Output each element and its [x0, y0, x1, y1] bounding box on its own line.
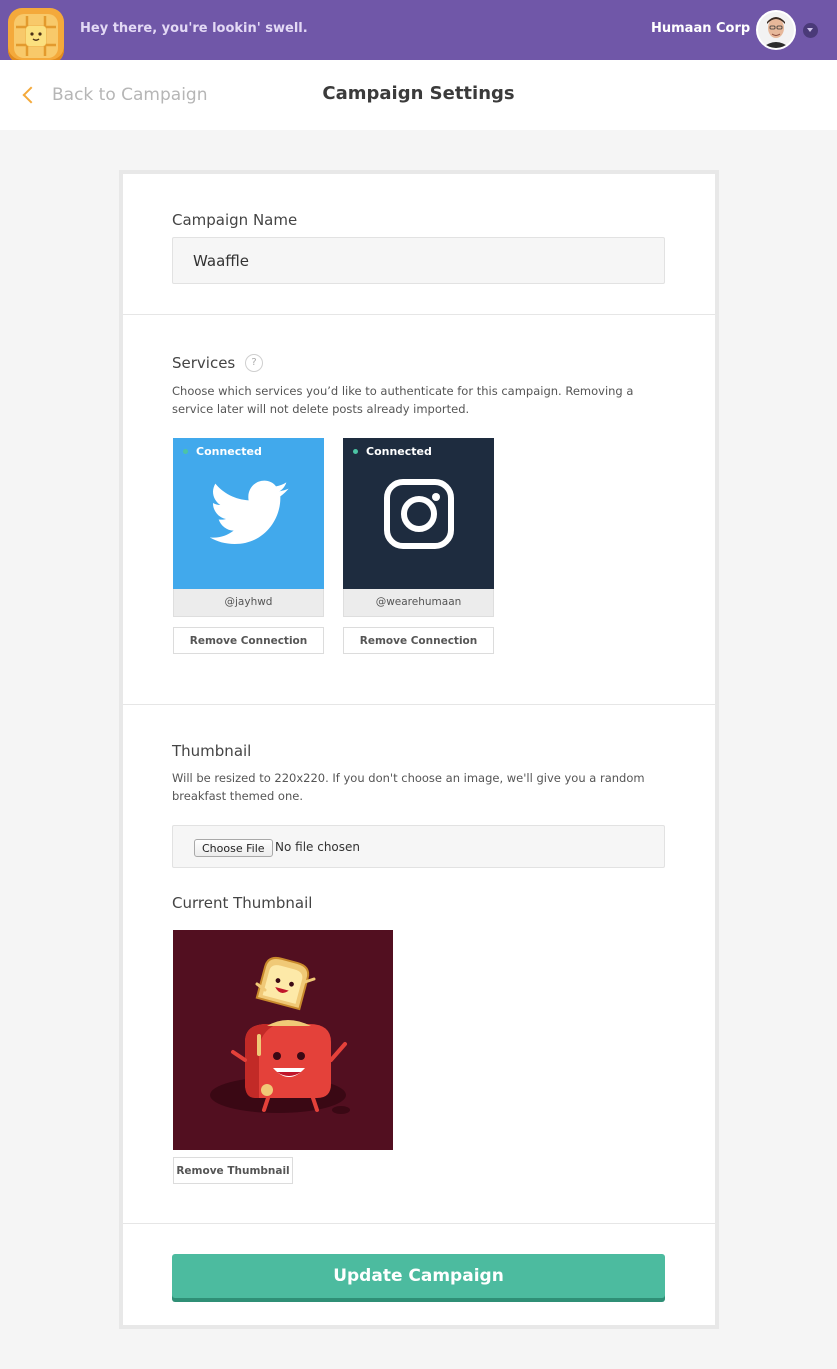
instagram-tile: Connected — [343, 438, 494, 589]
waffle-logo-icon[interactable] — [8, 8, 64, 64]
status-dot-icon — [353, 449, 358, 454]
current-thumbnail-label: Current Thumbnail — [172, 894, 313, 912]
remove-thumbnail-button[interactable]: Remove Thumbnail — [173, 1157, 293, 1184]
avatar[interactable] — [756, 10, 796, 50]
top-bar: Hey there, you're lookin' swell. Humaan … — [0, 0, 837, 64]
choose-file-button[interactable]: Choose File — [194, 839, 273, 857]
file-status-text: No file chosen — [275, 840, 361, 854]
remove-instagram-connection-button[interactable]: Remove Connection — [343, 627, 494, 654]
account-menu-chevron-icon[interactable] — [803, 23, 818, 38]
connection-status-label: Connected — [366, 445, 432, 458]
organization-name[interactable]: Humaan Corp — [651, 21, 750, 36]
thumbnail-label: Thumbnail — [172, 742, 252, 760]
campaign-name-label: Campaign Name — [172, 211, 298, 229]
page-title: Campaign Settings — [322, 83, 515, 104]
service-instagram: Connected @wearehumaan Remove Connection — [343, 438, 494, 654]
connection-status-label: Connected — [196, 445, 262, 458]
status-dot-icon — [183, 449, 188, 454]
greeting-text: Hey there, you're lookin' swell. — [80, 21, 308, 36]
twitter-icon — [210, 480, 289, 544]
divider — [123, 1223, 715, 1224]
update-campaign-button[interactable]: Update Campaign — [172, 1254, 665, 1298]
service-handle: @wearehumaan — [343, 589, 494, 617]
file-upload-field: Choose File No file chosen — [172, 825, 665, 868]
connection-status: Connected — [353, 445, 432, 458]
sub-header: Back to Campaign Campaign Settings — [0, 60, 837, 130]
help-icon[interactable]: ? — [245, 354, 263, 372]
services-label: Services — [172, 354, 236, 372]
service-twitter: Connected @jayhwd Remove Connection — [173, 438, 324, 654]
settings-card: Campaign Name Services ? Choose which se… — [119, 170, 719, 1329]
thumbnail-description: Will be resized to 220x220. If you don't… — [172, 771, 645, 803]
service-handle: @jayhwd — [173, 589, 324, 617]
thumbnail-image — [173, 930, 393, 1150]
campaign-name-input[interactable] — [172, 237, 665, 284]
instagram-icon — [384, 479, 454, 549]
divider — [123, 314, 715, 315]
twitter-tile: Connected — [173, 438, 324, 589]
divider — [123, 704, 715, 705]
remove-twitter-connection-button[interactable]: Remove Connection — [173, 627, 324, 654]
services-description: Choose which services you’d like to auth… — [172, 384, 634, 416]
connection-status: Connected — [183, 445, 262, 458]
